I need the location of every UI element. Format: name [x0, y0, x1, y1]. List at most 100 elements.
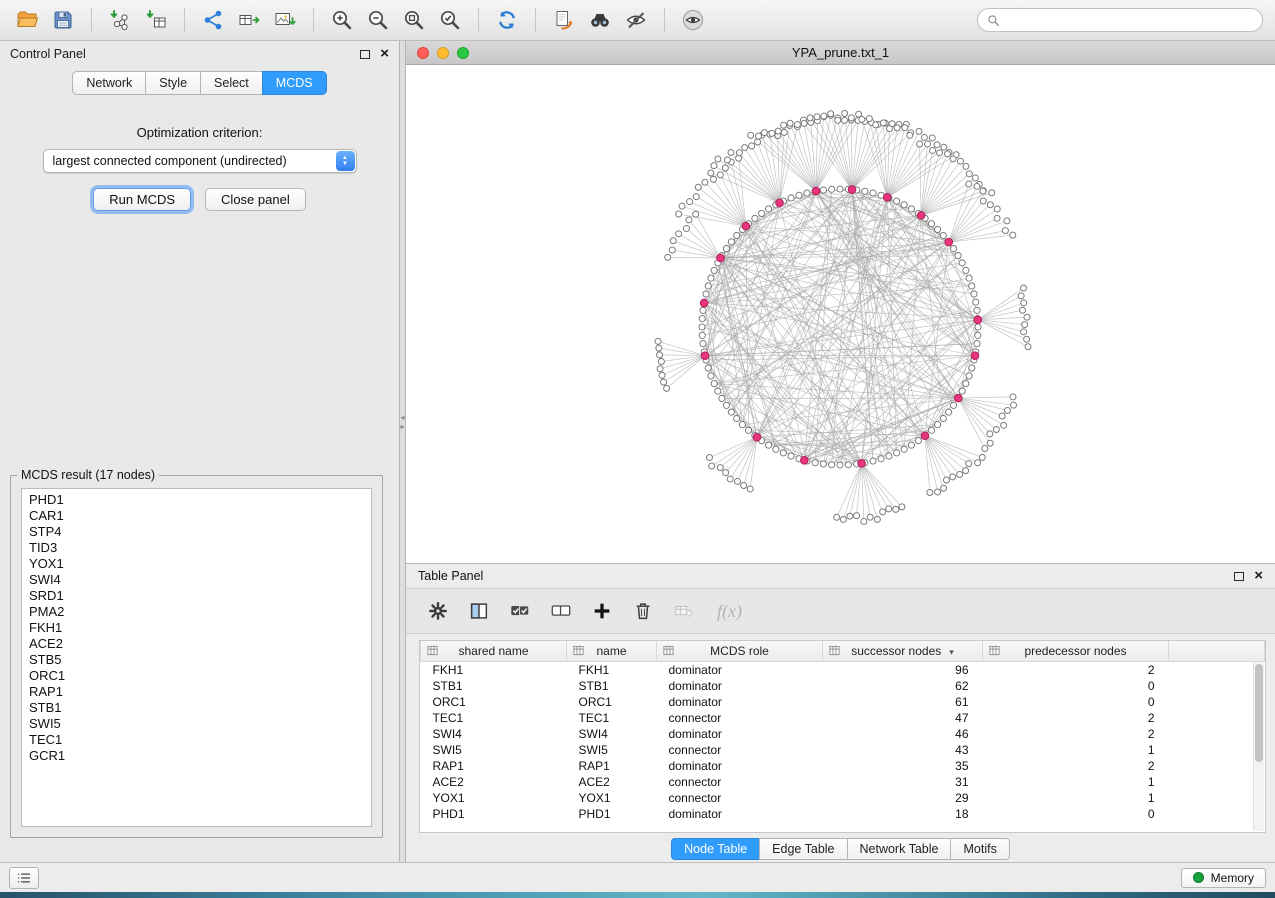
table-row[interactable]: SWI4SWI4dominator462 — [421, 726, 1265, 742]
zoom-fit-icon[interactable] — [399, 5, 429, 35]
float-table-panel-icon[interactable] — [1234, 572, 1244, 581]
name-cell: TEC1 — [567, 710, 657, 726]
export-image-icon[interactable] — [270, 5, 300, 35]
table-row[interactable]: FKH1FKH1dominator962 — [421, 662, 1265, 679]
network-canvas[interactable] — [406, 65, 1275, 563]
tab-edge-table[interactable]: Edge Table — [759, 838, 846, 860]
delete-icon[interactable] — [631, 599, 655, 623]
share-document-icon[interactable] — [549, 5, 579, 35]
tab-mcds[interactable]: MCDS — [262, 71, 327, 95]
zoom-out-icon[interactable] — [363, 5, 393, 35]
columns-icon[interactable] — [467, 599, 491, 623]
mcds-result-item[interactable]: SWI5 — [29, 716, 371, 732]
tab-motifs[interactable]: Motifs — [950, 838, 1009, 860]
zoom-selected-icon[interactable] — [435, 5, 465, 35]
table-row[interactable]: YOX1YOX1connector291 — [421, 790, 1265, 806]
export-network-icon[interactable] — [198, 5, 228, 35]
traffic-light-minimize[interactable] — [437, 47, 449, 59]
mcds-result-item[interactable]: RAP1 — [29, 684, 371, 700]
fx-icon[interactable]: f(x) — [717, 601, 742, 622]
find-icon[interactable] — [585, 5, 615, 35]
column-header-predecessor-nodes[interactable]: predecessor nodes — [983, 641, 1169, 662]
save-session-icon[interactable] — [48, 5, 78, 35]
table-row[interactable]: ACE2ACE2connector311 — [421, 774, 1265, 790]
mcds-result-item[interactable]: TEC1 — [29, 732, 371, 748]
empty-cell — [1169, 742, 1265, 758]
annotation-icon[interactable] — [621, 5, 651, 35]
table-row[interactable]: RAP1RAP1dominator352 — [421, 758, 1265, 774]
table-row[interactable]: ORC1ORC1dominator610 — [421, 694, 1265, 710]
mcds-result-item[interactable]: CAR1 — [29, 508, 371, 524]
column-label: predecessor nodes — [1024, 644, 1126, 658]
name-cell: RAP1 — [567, 758, 657, 774]
refresh-icon[interactable] — [492, 5, 522, 35]
float-panel-icon[interactable] — [360, 50, 370, 59]
tab-network-table[interactable]: Network Table — [847, 838, 951, 860]
tab-style[interactable]: Style — [145, 71, 200, 95]
table-row[interactable]: SWI5SWI5connector431 — [421, 742, 1265, 758]
close-table-panel-icon[interactable]: × — [1254, 570, 1263, 582]
predecessor-cell: 2 — [983, 662, 1169, 679]
toolbar-separator — [184, 8, 185, 32]
splitter-collapse-icon[interactable]: ◂▸ — [399, 413, 406, 431]
column-header-MCDS-role[interactable]: MCDS role — [657, 641, 823, 662]
mcds-result-item[interactable]: STB5 — [29, 652, 371, 668]
show-eye-icon[interactable] — [678, 5, 708, 35]
mcds-result-item[interactable]: SRD1 — [29, 588, 371, 604]
column-header-shared-name[interactable]: shared name — [421, 641, 567, 662]
run-mcds-button[interactable]: Run MCDS — [93, 188, 191, 211]
mcds-result-item[interactable]: GCR1 — [29, 748, 371, 764]
mcds-result-item[interactable]: SWI4 — [29, 572, 371, 588]
mcds-result-item[interactable]: STB1 — [29, 700, 371, 716]
mcds-result-item[interactable]: TID3 — [29, 540, 371, 556]
mcds-role-cell: dominator — [657, 758, 823, 774]
mcds-result-item[interactable]: PMA2 — [29, 604, 371, 620]
shared-name-cell: STB1 — [421, 678, 567, 694]
optimization-criterion-select[interactable]: largest connected component (undirected)… — [43, 149, 357, 173]
mcds-result-item[interactable]: STP4 — [29, 524, 371, 540]
close-panel-icon[interactable]: × — [380, 48, 389, 60]
tab-network[interactable]: Network — [72, 71, 145, 95]
mcds-result-item[interactable]: ACE2 — [29, 636, 371, 652]
open-file-icon[interactable] — [12, 5, 42, 35]
sort-chevron-icon[interactable]: ▾ — [949, 647, 954, 657]
predecessor-cell: 2 — [983, 710, 1169, 726]
tab-select[interactable]: Select — [200, 71, 262, 95]
mcds-result-item[interactable]: FKH1 — [29, 620, 371, 636]
table-panel-title: Table Panel — [418, 569, 483, 583]
traffic-light-close[interactable] — [417, 47, 429, 59]
table-scrollbar-thumb[interactable] — [1255, 664, 1263, 762]
mcds-role-cell: connector — [657, 774, 823, 790]
panel-selector-button[interactable] — [9, 867, 39, 889]
toolbar-separator — [313, 8, 314, 32]
column-header-name[interactable]: name — [567, 641, 657, 662]
traffic-light-zoom[interactable] — [457, 47, 469, 59]
deselect-all-icon[interactable] — [549, 599, 573, 623]
select-all-icon[interactable] — [508, 599, 532, 623]
settings-icon[interactable] — [426, 599, 450, 623]
search-input[interactable] — [1006, 12, 1253, 28]
mcds-result-item[interactable]: YOX1 — [29, 556, 371, 572]
import-network-icon[interactable] — [105, 5, 135, 35]
successor-cell: 96 — [823, 662, 983, 679]
mcds-result-list[interactable]: PHD1CAR1STP4TID3YOX1SWI4SRD1PMA2FKH1ACE2… — [21, 488, 372, 827]
mcds-result-item[interactable]: PHD1 — [29, 492, 371, 508]
memory-button[interactable]: Memory — [1181, 868, 1266, 888]
close-panel-button[interactable]: Close panel — [205, 188, 306, 211]
table-scrollbar[interactable] — [1253, 662, 1264, 831]
list-icon — [16, 871, 32, 885]
zoom-in-icon[interactable] — [327, 5, 357, 35]
search-box[interactable] — [977, 8, 1263, 32]
column-label: successor nodes — [851, 644, 941, 658]
mcds-result-item[interactable]: ORC1 — [29, 668, 371, 684]
table-row[interactable]: PHD1PHD1dominator180 — [421, 806, 1265, 822]
column-header-successor-nodes[interactable]: successor nodes ▾ — [823, 641, 983, 662]
export-table-icon[interactable] — [234, 5, 264, 35]
shared-name-cell: YOX1 — [421, 790, 567, 806]
table-row[interactable]: TEC1TEC1connector472 — [421, 710, 1265, 726]
import-table-icon[interactable] — [141, 5, 171, 35]
row-filter-icon[interactable] — [672, 599, 696, 623]
table-row[interactable]: STB1STB1dominator620 — [421, 678, 1265, 694]
add-icon[interactable] — [590, 599, 614, 623]
tab-node-table[interactable]: Node Table — [671, 838, 759, 860]
